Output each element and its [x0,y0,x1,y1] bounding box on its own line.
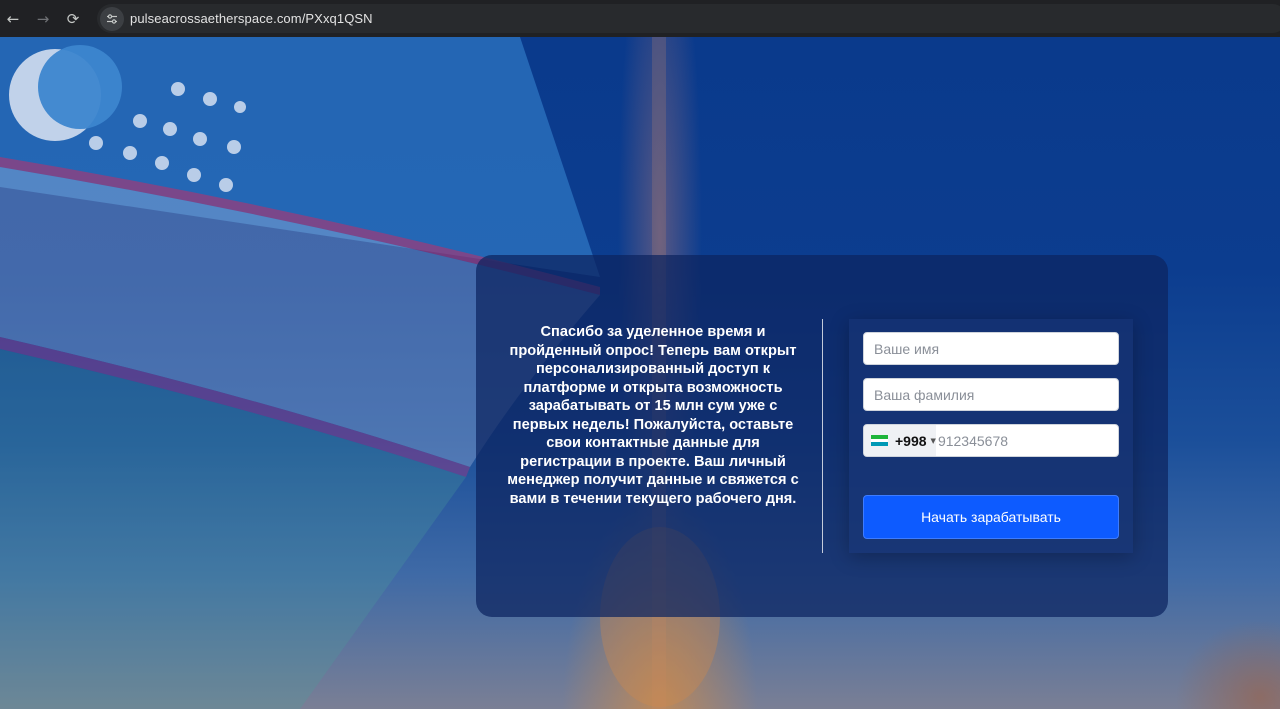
country-code-selector[interactable]: +998 ▼ [864,425,936,456]
forward-button[interactable]: → [28,4,58,34]
back-button[interactable]: ← [0,4,28,34]
divider [822,319,823,553]
registration-card: Спасибо за уделенное время и пройденный … [476,255,1168,617]
registration-form: +998 ▼ Начать зарабатывать [849,319,1133,553]
reload-button[interactable]: ⟳ [58,4,88,34]
phone-field: +998 ▼ [863,424,1119,457]
thank-you-message: Спасибо за уделенное время и пройденный … [507,324,799,507]
start-earning-button[interactable]: Начать зарабатывать [863,495,1119,539]
tune-icon [107,13,117,24]
address-bar[interactable]: pulseacrossaetherspace.com/PXxq1QSN [97,4,1280,33]
url-text[interactable]: pulseacrossaetherspace.com/PXxq1QSN [130,11,373,26]
first-name-input[interactable] [863,332,1119,365]
dial-code: +998 [895,432,927,449]
reload-icon: ⟳ [66,9,80,28]
arrow-left-icon: ← [6,9,20,28]
uzbekistan-flag-icon [871,435,888,447]
site-info-button[interactable] [100,6,124,31]
last-name-input[interactable] [863,378,1119,411]
phone-input[interactable] [935,425,1118,456]
arrow-right-icon: → [36,9,50,28]
landing-page: Спасибо за уделенное время и пройденный … [0,37,1280,709]
browser-toolbar: ← → ⟳ pulseacrossaetherspace.com/PXxq1QS… [0,0,1280,37]
